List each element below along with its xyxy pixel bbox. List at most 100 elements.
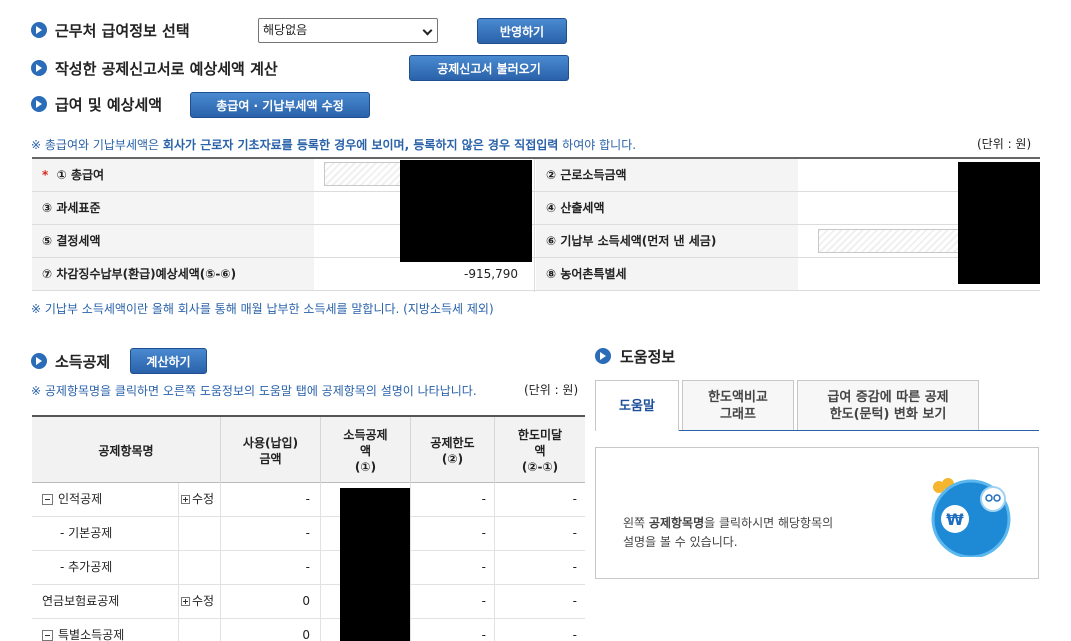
under-value: -	[572, 628, 577, 641]
redacted-block	[340, 488, 410, 641]
help-text-suffix: 을 클릭하시면 해당항목의	[704, 516, 834, 530]
section-bullet-icon	[595, 348, 611, 364]
under-value: -	[572, 594, 577, 608]
tab-limit-graph-label[interactable]: 한도액비교 그래프	[708, 389, 768, 423]
table-row[interactable]: - 추가공제 - - -	[32, 551, 585, 585]
limit-value: -	[481, 492, 486, 506]
plus-icon	[181, 495, 190, 504]
col-usage: 사용(납입) 금액	[220, 417, 320, 485]
col-limit-text: 공제한도 (②)	[430, 436, 475, 466]
salary-notice-suffix: 하여야 합니다.	[558, 138, 637, 152]
col-limit: 공제한도 (②)	[410, 417, 494, 485]
apply-button[interactable]: 반영하기	[477, 18, 567, 44]
help-text: 왼쪽 공제항목명을 클릭하시면 해당항목의 설명을 볼 수 있습니다.	[623, 514, 833, 552]
plus-icon	[181, 597, 190, 606]
salary-notice-prefix: ※ 총급여와 기납부세액은	[31, 138, 163, 152]
row-name[interactable]: - 추가공제	[60, 551, 112, 584]
salary-row-4: ⑦ 차감징수납부(환급)예상세액(⑤-⑥) -915,790 ⑧ 농어촌특별세	[32, 258, 1040, 291]
salary-unit: (단위 : 원)	[977, 137, 1032, 151]
redacted-block	[400, 160, 532, 262]
salary-row-2: ③ 과세표준 ④ 산출세액	[32, 192, 1040, 225]
table-row[interactable]: - 기본공제 - - -	[32, 517, 585, 551]
total-salary-label-text: ① 총급여	[56, 168, 105, 182]
workplace-select-value: 해당없음	[263, 23, 308, 37]
collapse-icon[interactable]	[42, 630, 53, 641]
salary-row-1: * ① 총급여 ② 근로소득금액	[32, 159, 1040, 192]
rural-tax-label: ⑧ 농어촌특별세	[536, 258, 798, 290]
table-row[interactable]: 연금보험료공제 수정 0 - -	[32, 585, 585, 619]
edit-link-text[interactable]: 수정	[192, 492, 214, 506]
expected-refund-label: ⑦ 차감징수납부(환급)예상세액(⑤-⑥)	[32, 258, 314, 290]
calc-title: 작성한 공제신고서로 예상세액 계산	[55, 60, 278, 78]
usage-value: -	[305, 526, 310, 540]
prepaid-notice: ※ 기납부 소득세액이란 올해 회사를 통해 매월 납부한 소득세를 말합니다.…	[31, 302, 494, 316]
expected-refund-value: -915,790	[464, 267, 518, 281]
col-deduction: 소득공제 액 (①)	[320, 417, 410, 485]
section-bullet-icon	[31, 353, 47, 369]
chevron-down-icon	[422, 25, 433, 36]
row-name[interactable]: 인적공제	[42, 483, 102, 516]
determined-tax-label: ⑤ 결정세액	[32, 225, 314, 257]
tab-threshold-change-label[interactable]: 급여 증감에 따른 공제 한도(문턱) 변화 보기	[827, 389, 948, 423]
table-divider	[178, 483, 179, 641]
tab-limit-graph[interactable]: 한도액비교 그래프	[682, 380, 794, 430]
table-divider	[320, 483, 321, 641]
tab-help-label[interactable]: 도움말	[619, 398, 655, 415]
help-text-bold: 공제항목명	[648, 516, 705, 530]
col-deduction-text: 소득공제 액 (①)	[343, 428, 388, 474]
col-item-name: 공제항목명	[32, 417, 220, 485]
row-name-text[interactable]: 특별소득공제	[58, 628, 124, 641]
table-divider	[494, 483, 495, 641]
tab-help[interactable]: 도움말	[595, 380, 679, 431]
tax-base-label: ③ 과세표준	[32, 192, 314, 224]
limit-value: -	[481, 560, 486, 574]
section-bullet-icon	[31, 96, 47, 112]
help-title: 도움정보	[620, 348, 676, 366]
usage-value: 0	[302, 594, 310, 608]
row-name-text[interactable]: 인적공제	[58, 492, 102, 506]
section-bullet-icon	[31, 22, 47, 38]
calculate-button[interactable]: 계산하기	[130, 348, 207, 374]
edit-link[interactable]: 수정	[181, 483, 214, 516]
collapse-icon[interactable]	[42, 494, 53, 505]
edit-salary-button[interactable]: 총급여 · 기납부세액 수정	[190, 92, 370, 118]
col-under-limit: 한도미달 액 (②-①)	[494, 417, 585, 485]
computed-tax-label: ④ 산출세액	[536, 192, 798, 224]
col-under-limit-text: 한도미달 액 (②-①)	[517, 428, 563, 474]
table-divider	[220, 483, 221, 641]
limit-value: -	[481, 628, 486, 641]
salary-row-3: ⑤ 결정세액 ⑥ 기납부 소득세액(먼저 낸 세금)	[32, 225, 1040, 258]
limit-value: -	[481, 594, 486, 608]
workplace-select[interactable]: 해당없음	[258, 18, 438, 43]
required-mark: *	[42, 168, 49, 182]
col-item-name-text: 공제항목명	[98, 444, 154, 458]
salary-title: 급여 및 예상세액	[55, 96, 163, 114]
section-bullet-icon	[31, 60, 47, 76]
grid-divider	[534, 159, 535, 292]
help-text-line2: 설명을 볼 수 있습니다.	[623, 535, 738, 549]
load-deduction-form-button[interactable]: 공제신고서 불러오기	[409, 55, 569, 81]
deduction-notice: ※ 공제항목명을 클릭하면 오른쪽 도움정보의 도움말 탭에 공제항목의 설명이…	[31, 384, 477, 398]
usage-value: 0	[302, 628, 310, 641]
row-name[interactable]: 연금보험료공제	[42, 585, 119, 618]
tab-threshold-change[interactable]: 급여 증감에 따른 공제 한도(문턱) 변화 보기	[797, 380, 979, 430]
earned-income-label: ② 근로소득금액	[536, 159, 798, 191]
row-name[interactable]: - 기본공제	[60, 517, 112, 550]
row-name[interactable]: 특별소득공제	[42, 619, 124, 641]
help-content-box: 왼쪽 공제항목명을 클릭하시면 해당항목의 설명을 볼 수 있습니다. ₩	[595, 447, 1039, 579]
won-glyph: ₩	[946, 510, 964, 529]
total-salary-label: * ① 총급여	[32, 159, 314, 191]
prepaid-tax-input[interactable]	[818, 229, 968, 253]
edit-link[interactable]: 수정	[181, 585, 214, 618]
under-value: -	[572, 492, 577, 506]
edit-link-text[interactable]: 수정	[192, 594, 214, 608]
usage-value: -	[305, 492, 310, 506]
salary-notice: ※ 총급여와 기납부세액은 회사가 근로자 기초자료를 등록한 경우에 보이며,…	[31, 136, 636, 153]
limit-value: -	[481, 526, 486, 540]
redacted-block	[958, 162, 1040, 284]
under-value: -	[572, 526, 577, 540]
workplace-title: 근무처 급여정보 선택	[55, 22, 190, 40]
table-row[interactable]: 특별소득공제 0 - -	[32, 619, 585, 641]
table-row[interactable]: 인적공제 수정 - - -	[32, 483, 585, 517]
mascot-icon: ₩	[919, 473, 1015, 559]
